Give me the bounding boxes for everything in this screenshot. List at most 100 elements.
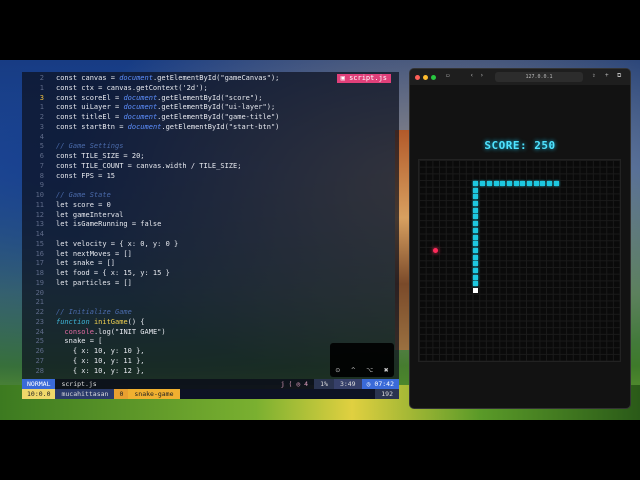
code-text: // Game State [56,191,111,199]
code-line[interactable]: 2 const canvas = document.getElementById(… [22,74,399,84]
code-line[interactable]: 20 [22,289,399,299]
snake-segment [473,234,479,240]
back-icon[interactable]: ‹ [470,72,474,79]
code-line[interactable]: 23 function initGame() { [22,318,399,328]
snake-segment [473,187,479,193]
snake-segment [473,201,479,206]
code-text: const uiLayer = document.getElementById(… [56,103,276,112]
code-line[interactable]: 1 const ctx = canvas.getContext('2d'); [22,84,399,94]
option-icon[interactable]: ⌥ [366,367,373,374]
tmux-window-name[interactable]: snake-game [128,389,180,399]
tmux-statusbar: 10:0.0 mucahittasan 0 snake-game 192 [22,389,399,399]
statusline-percent: 1% [314,379,334,389]
letterbox-top [0,0,640,60]
snake-segment [473,274,479,280]
vim-mode-badge: NORMAL [22,379,56,389]
code-text: const ctx = canvas.getContext('2d'); [56,83,208,92]
code-line[interactable]: 8 const FPS = 15 [22,172,399,182]
code-line[interactable]: 14 [22,230,399,240]
tabs-overview-icon[interactable]: ⧉ [617,72,621,80]
code-text: { x: 10, y: 10 }, [56,347,145,355]
snake-segment [473,207,479,213]
line-number: 21 [35,298,44,307]
snake-segment [473,247,479,253]
close-window-button[interactable] [415,74,420,80]
code-line[interactable]: 18 let food = { x: 15, y: 15 } [22,269,399,279]
code-text: let score = 0 [56,200,111,209]
code-line[interactable]: 3 const scoreEl = document.getElementById… [22,94,399,104]
code-line[interactable]: 6 const TILE_SIZE = 20; [22,152,399,162]
line-number: 11 [35,200,44,209]
snake-segment [493,180,499,186]
snake-segment [547,180,553,186]
code-line[interactable]: 12 let gameInterval [22,211,399,221]
line-number: 28 [35,366,44,375]
code-line[interactable]: 4 [22,133,399,143]
code-line[interactable]: 19 let particles = [] [22,279,399,289]
code-line[interactable]: 22 // Initialize Game [22,308,399,318]
snake-segment [533,180,539,186]
code-line[interactable]: 24 console.log("INIT GAME") [22,328,399,338]
code-text: const titleEl = document.getElementById(… [56,113,280,121]
code-line[interactable]: 21 [22,298,399,308]
code-area[interactable]: 2 const canvas = document.getElementById(… [22,74,399,376]
snake-segment [480,180,486,186]
snake-segment [473,180,479,186]
line-number: 1 [39,103,44,112]
sidebar-icon[interactable]: ▭ [446,72,450,79]
code-line[interactable]: 13 let isGameRunning = false [22,220,399,230]
code-text: let isGameRunning = false [56,220,162,229]
code-line[interactable]: 2 const titleEl = document.getElementById… [22,113,399,123]
zoom-window-button[interactable] [431,74,436,80]
forward-icon[interactable]: › [480,72,484,79]
line-number: 5 [39,142,44,151]
caret-up-icon[interactable]: ^ [351,367,356,374]
line-number: 25 [35,337,44,346]
statusline-filename: script.js [61,380,97,388]
code-text: let velocity = { x: 0, y: 0 } [56,239,179,248]
close-icon[interactable]: ✖ [384,367,389,374]
line-number: 13 [35,220,44,229]
line-number: 12 [35,210,44,219]
snake-segment [473,214,479,220]
game-canvas[interactable] [418,159,621,362]
snake-segment [473,281,479,287]
code-text: let food = { x: 15, y: 15 } [56,269,170,277]
code-line[interactable]: 1 const uiLayer = document.getElementById… [22,103,399,113]
snake-head [473,288,479,294]
minimize-window-button[interactable] [423,74,428,80]
snake-segment [486,180,492,186]
snake-segment [527,180,532,186]
new-tab-icon[interactable]: + [605,72,609,79]
line-number: 6 [39,152,44,160]
snake-segment [473,227,479,233]
code-line[interactable]: 9 [22,181,399,191]
snake-segment [473,194,479,200]
line-number: 19 [35,278,44,287]
record-icon[interactable]: ⊙ [335,367,340,374]
code-line[interactable]: 7 const TILE_COUNT = canvas.width / TILE_… [22,162,399,172]
code-line[interactable]: 15 let velocity = { x: 0, y: 0 } [22,240,399,250]
line-number: 2 [39,113,44,121]
code-line[interactable]: 10 // Game State [22,191,399,201]
code-line[interactable]: 17 let snake = [] [22,259,399,269]
line-number: 24 [35,327,44,336]
code-line[interactable]: 16 let nextMoves = [] [22,250,399,260]
floating-toolbar[interactable]: ⊙ ^ ⌥ ✖ [330,343,394,377]
code-text: // Game Settings [56,142,124,151]
share-icon[interactable]: ⇪ [592,72,596,79]
line-number: 2 [39,74,44,82]
statusline-misc: j ⟨ ◎ 4 [280,380,309,388]
line-number: 18 [35,269,44,277]
code-line[interactable]: 3 const startBtn = document.getElementByI… [22,123,399,133]
code-line[interactable]: 5 // Game Settings [22,142,399,152]
address-bar[interactable]: 127.0.0.1 [495,72,583,82]
tmux-window-index[interactable]: 0 [114,389,129,399]
code-editor-window[interactable]: ▣ script.js 2 const canvas = document.get… [22,72,399,399]
snake-segment [520,180,526,186]
code-line[interactable]: 11 let score = 0 [22,201,399,211]
statusline-cursor-position: 3:49 [333,379,362,389]
snake-segment [513,180,519,186]
browser-window[interactable]: ▭ ‹ › 127.0.0.1 ⇪ + ⧉ SCORE: 250 [409,68,631,409]
line-number: 7 [39,161,44,170]
